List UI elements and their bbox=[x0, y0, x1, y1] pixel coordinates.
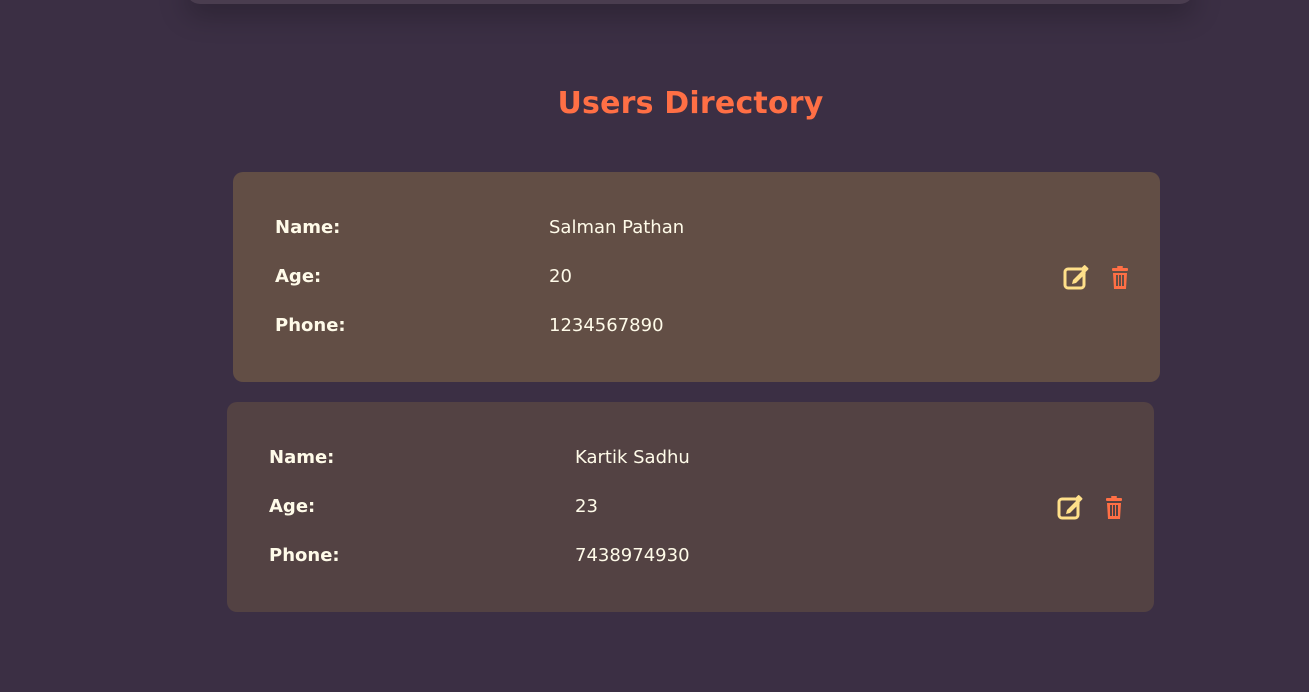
age-value: 23 bbox=[575, 496, 598, 517]
name-label: Name: bbox=[269, 447, 335, 468]
phone-value: 1234567890 bbox=[549, 315, 664, 336]
user-card: Name: Salman Pathan Age: 20 Phone: 12345… bbox=[233, 172, 1160, 382]
top-panel bbox=[186, 0, 1194, 4]
age-label: Age: bbox=[275, 266, 322, 287]
edit-icon bbox=[1057, 495, 1083, 520]
edit-button[interactable] bbox=[1063, 264, 1091, 292]
edit-icon bbox=[1063, 265, 1089, 290]
delete-button[interactable] bbox=[1100, 494, 1128, 522]
user-card: Name: Kartik Sadhu Age: 23 Phone: 743897… bbox=[227, 402, 1154, 612]
age-label: Age: bbox=[269, 496, 316, 517]
trash-icon bbox=[1106, 496, 1122, 519]
trash-icon bbox=[1112, 266, 1128, 289]
name-label: Name: bbox=[275, 217, 341, 238]
phone-value: 7438974930 bbox=[575, 545, 690, 566]
user-actions bbox=[1063, 264, 1143, 292]
edit-button[interactable] bbox=[1057, 494, 1085, 522]
name-value: Salman Pathan bbox=[549, 217, 685, 238]
page-title: Users Directory bbox=[557, 86, 824, 121]
age-value: 20 bbox=[549, 266, 572, 287]
name-value: Kartik Sadhu bbox=[575, 447, 690, 468]
phone-label: Phone: bbox=[275, 315, 346, 336]
phone-label: Phone: bbox=[269, 545, 340, 566]
user-actions bbox=[1057, 494, 1137, 522]
delete-button[interactable] bbox=[1106, 264, 1134, 292]
